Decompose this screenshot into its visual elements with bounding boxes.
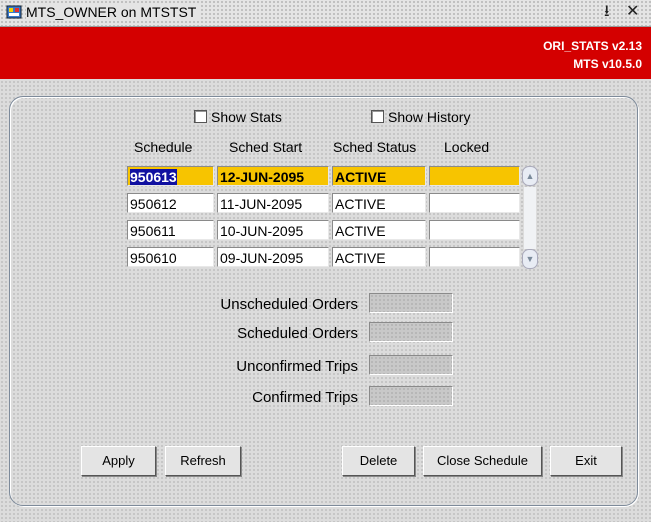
show-stats-label: Show Stats [211, 109, 282, 125]
scheduled-orders-field [369, 322, 453, 342]
confirmed-trips-field [369, 386, 453, 406]
scroll-up-icon[interactable]: ▲ [522, 166, 538, 186]
exit-button[interactable]: Exit [550, 446, 622, 476]
locked-cell[interactable] [429, 166, 520, 186]
schedule-cell[interactable]: 950610 [127, 247, 214, 267]
sched-start-cell[interactable]: 09-JUN-2095 [217, 247, 329, 267]
show-stats-checkbox[interactable]: Show Stats [194, 109, 282, 125]
sched-start-cell[interactable]: 11-JUN-2095 [217, 193, 329, 213]
locked-cell[interactable] [429, 193, 520, 213]
app-version: ORI_STATS v2.13 [543, 39, 642, 53]
sched-start-cell[interactable]: 12-JUN-2095 [217, 166, 329, 186]
header-banner: ORI_STATS v2.13 MTS v10.5.0 [0, 27, 651, 79]
sched-status-cell[interactable]: ACTIVE [332, 193, 426, 213]
minimize-icon[interactable]: ⭳ [604, 3, 610, 21]
window-title: MTS_OWNER on MTSTST [26, 4, 201, 20]
grid-scrollbar[interactable] [524, 187, 536, 249]
schedule-cell[interactable]: 950613 [127, 166, 214, 186]
refresh-button[interactable]: Refresh [165, 446, 241, 476]
show-history-checkbox[interactable]: Show History [371, 109, 470, 125]
sched-status-cell[interactable]: ACTIVE [332, 247, 426, 267]
sched-start-cell[interactable]: 10-JUN-2095 [217, 220, 329, 240]
app-icon [6, 5, 22, 19]
column-header-sched-start: Sched Start [229, 139, 303, 155]
unscheduled-orders-field [369, 293, 453, 313]
unscheduled-orders-label: Unscheduled Orders [220, 296, 358, 313]
schedule-cell[interactable]: 950611 [127, 220, 214, 240]
column-header-locked: Locked [444, 139, 490, 155]
locked-cell[interactable] [429, 220, 520, 240]
close-schedule-button[interactable]: Close Schedule [423, 446, 542, 476]
sched-status-cell[interactable]: ACTIVE [332, 166, 426, 186]
scroll-down-icon[interactable]: ▼ [522, 249, 538, 269]
system-version: MTS v10.5.0 [573, 57, 642, 71]
locked-cell[interactable] [429, 247, 520, 267]
unconfirmed-trips-label: Unconfirmed Trips [236, 358, 358, 375]
window-title-bar[interactable]: MTS_OWNER on MTSTST ⭳ ✕ [0, 0, 651, 27]
checkbox-icon[interactable] [194, 110, 207, 123]
delete-button[interactable]: Delete [342, 446, 415, 476]
show-history-label: Show History [388, 109, 471, 125]
close-icon[interactable]: ✕ [626, 3, 639, 21]
apply-button[interactable]: Apply [81, 446, 156, 476]
column-header-schedule: Schedule [134, 139, 193, 155]
confirmed-trips-label: Confirmed Trips [252, 389, 358, 406]
scheduled-orders-label: Scheduled Orders [237, 325, 358, 342]
sched-status-cell[interactable]: ACTIVE [332, 220, 426, 240]
column-header-sched-status: Sched Status [333, 139, 417, 155]
schedule-cell[interactable]: 950612 [127, 193, 214, 213]
unconfirmed-trips-field [369, 355, 453, 375]
checkbox-icon[interactable] [371, 110, 384, 123]
